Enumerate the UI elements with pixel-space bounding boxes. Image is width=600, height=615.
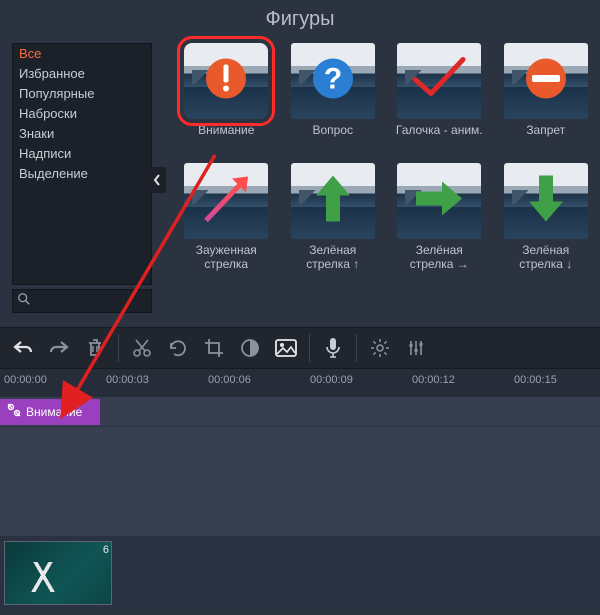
category-all[interactable]: Все (13, 44, 151, 64)
shape-tile-checkmark[interactable]: Галочка - аним. (393, 43, 486, 153)
delete-button[interactable] (78, 331, 112, 365)
no-entry-icon (524, 57, 568, 106)
shape-grid: Внимание ? Вопрос Галочка - аним. (160, 43, 592, 273)
video-clip[interactable]: 6 (4, 541, 112, 605)
image-button[interactable] (269, 331, 303, 365)
shape-caption: Вопрос (312, 123, 353, 153)
empty-track[interactable] (0, 427, 600, 537)
title-clip-icon (6, 402, 22, 421)
ruler-tick: 00:00:06 (208, 374, 251, 386)
timeline-toolbar (0, 327, 600, 369)
rotate-button[interactable] (161, 331, 195, 365)
category-sketches[interactable]: Наброски (13, 104, 151, 124)
checkmark-icon (409, 54, 469, 109)
title-track[interactable]: Внимание (0, 397, 600, 427)
arrow-down-icon (523, 172, 569, 231)
shape-caption: Зелёная стрелка ↑ (287, 243, 380, 273)
category-popular[interactable]: Популярные (13, 84, 151, 104)
shape-tile-question[interactable]: ? Вопрос (287, 43, 380, 153)
arrow-up-icon (310, 172, 356, 231)
sliders-button[interactable] (399, 331, 433, 365)
category-highlight[interactable]: Выделение (13, 164, 151, 184)
ruler-tick: 00:00:12 (412, 374, 455, 386)
search-icon (17, 292, 31, 311)
question-icon: ? (311, 57, 355, 106)
shape-caption: Зелёная стрелка ↓ (500, 243, 593, 273)
timeline-tracks: Внимание 6 (0, 397, 600, 609)
ruler-tick: 00:00:15 (514, 374, 557, 386)
color-adjust-button[interactable] (233, 331, 267, 365)
exclamation-icon (204, 57, 248, 106)
category-list: Все Избранное Популярные Наброски Знаки … (12, 43, 152, 285)
shape-tile-arrow-up[interactable]: Зелёная стрелка ↑ (287, 163, 380, 273)
settings-button[interactable] (363, 331, 397, 365)
ruler-tick: 00:00:03 (106, 374, 149, 386)
redo-button[interactable] (42, 331, 76, 365)
ruler-tick: 00:00:00 (4, 374, 47, 386)
shape-caption: Зауженная стрелка (180, 243, 273, 273)
shape-caption: Запрет (526, 123, 565, 153)
crop-button[interactable] (197, 331, 231, 365)
search-row (12, 289, 152, 313)
narrow-arrow-icon (196, 169, 256, 234)
shape-caption: Зелёная стрелка → (393, 243, 486, 273)
title-clip-label: Внимание (26, 405, 82, 419)
category-signs[interactable]: Знаки (13, 124, 151, 144)
video-track[interactable]: 6 (0, 537, 600, 609)
shape-tile-narrow-arrow[interactable]: Зауженная стрелка (180, 163, 273, 273)
shape-caption: Галочка - аним. (396, 123, 483, 153)
arrow-right-icon (412, 176, 466, 227)
shape-browser: Все Избранное Популярные Наброски Знаки … (0, 37, 600, 327)
shape-tile-arrow-down[interactable]: Зелёная стрелка ↓ (500, 163, 593, 273)
shape-grid-wrap: Внимание ? Вопрос Галочка - аним. (160, 37, 600, 327)
timeline-ruler[interactable]: 00:00:00 00:00:03 00:00:06 00:00:09 00:0… (0, 369, 600, 397)
shape-tile-prohibit[interactable]: Запрет (500, 43, 593, 153)
category-captions[interactable]: Надписи (13, 144, 151, 164)
cut-button[interactable] (125, 331, 159, 365)
category-sidebar: Все Избранное Популярные Наброски Знаки … (0, 37, 160, 327)
scroll-left-button[interactable] (148, 167, 166, 193)
shape-tile-attention[interactable]: Внимание (180, 43, 273, 153)
panel-title: Фигуры (0, 0, 600, 37)
ruler-tick: 00:00:09 (310, 374, 353, 386)
svg-text:?: ? (324, 63, 342, 96)
undo-button[interactable] (6, 331, 40, 365)
category-favorites[interactable]: Избранное (13, 64, 151, 84)
title-clip[interactable]: Внимание (0, 399, 100, 425)
shape-tile-arrow-right[interactable]: Зелёная стрелка → (393, 163, 486, 273)
shape-caption: Внимание (198, 123, 254, 153)
mic-button[interactable] (316, 331, 350, 365)
clip-duration: 6 (103, 544, 109, 556)
